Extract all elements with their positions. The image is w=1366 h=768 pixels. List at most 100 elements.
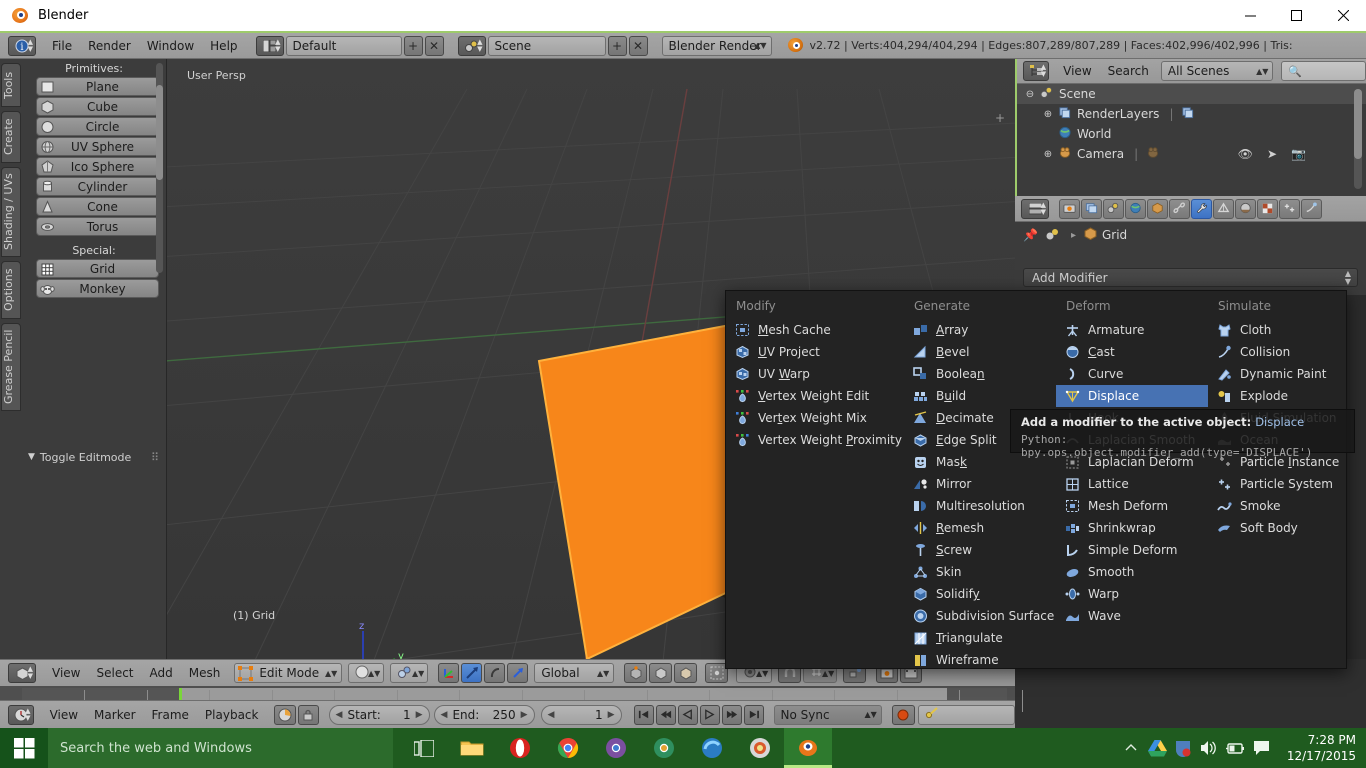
render-camera-icon[interactable]: 📷 [1291, 147, 1306, 161]
add-screen-layout-button[interactable]: + [404, 36, 423, 56]
toolshelf-scrollbar[interactable] [156, 63, 163, 273]
start-frame-field[interactable]: ◀ Start: 1 ▶ [329, 705, 430, 725]
avast-icon[interactable] [1170, 728, 1196, 768]
modifier-item-cast[interactable]: Cast [1056, 341, 1208, 363]
toolshelf-tab-grease-pencil[interactable]: Grease Pencil [1, 323, 21, 411]
chevron-up-icon[interactable] [1118, 728, 1144, 768]
modifier-item-simple-deform[interactable]: Simple Deform [1056, 539, 1208, 561]
outliner-editor-icon[interactable]: ▲▼ [1023, 61, 1049, 81]
timeline-menu-view[interactable]: View [50, 708, 78, 722]
modifier-item-armature[interactable]: Armature [1056, 319, 1208, 341]
modifier-item-particle-system[interactable]: Particle System [1208, 473, 1348, 495]
next-keyframe-icon[interactable] [722, 705, 742, 725]
opera-icon[interactable] [496, 728, 544, 768]
face-select-icon[interactable] [674, 663, 697, 683]
info-editor-icon[interactable]: i ▲▼ [8, 36, 36, 56]
view3d-editor-icon[interactable]: ▲▼ [8, 663, 36, 683]
properties-tab-render-layers[interactable] [1081, 199, 1102, 219]
viewport-toolbar-toggle[interactable]: + [995, 111, 1005, 125]
properties-tab-render[interactable] [1059, 199, 1080, 219]
properties-tab-texture[interactable] [1257, 199, 1278, 219]
properties-tab-scene[interactable] [1103, 199, 1124, 219]
modifier-item-array[interactable]: Array [904, 319, 1056, 341]
keying-set-field[interactable] [918, 705, 1015, 725]
timeline-editor-icon[interactable]: ▲▼ [8, 705, 34, 725]
properties-tab-modifiers[interactable] [1191, 199, 1212, 219]
properties-tab-particles[interactable] [1279, 199, 1300, 219]
toolshelf-tab-create[interactable]: Create [1, 111, 21, 163]
toolshelf-tab-tools[interactable]: Tools [1, 63, 21, 107]
google-drive-icon[interactable] [1144, 728, 1170, 768]
expand-icon[interactable]: ⊕ [1041, 109, 1055, 120]
modifier-item-subdivision-surface[interactable]: Subdivision Surface [904, 605, 1056, 627]
collapse-icon[interactable]: ⊖ [1023, 89, 1037, 100]
modifier-item-mesh-deform[interactable]: Mesh Deform [1056, 495, 1208, 517]
scene-combo[interactable]: Scene [488, 36, 606, 56]
properties-editor-icon[interactable]: ▲▼ [1021, 199, 1049, 219]
outliner-display-mode[interactable]: All Scenes ▲▼ [1161, 61, 1274, 81]
outliner-row-scene[interactable]: ⊖Scene [1017, 84, 1366, 104]
properties-tab-material[interactable] [1235, 199, 1256, 219]
file-explorer-icon[interactable] [448, 728, 496, 768]
modifier-item-soft-body[interactable]: Soft Body [1208, 517, 1348, 539]
battery-icon[interactable] [1222, 728, 1248, 768]
timeline-menu-frame[interactable]: Frame [152, 708, 189, 722]
current-frame-field[interactable]: ◀ 1 ▶ [541, 705, 622, 725]
primitive-button-ico-sphere[interactable]: Ico Sphere [36, 157, 159, 176]
jump-start-icon[interactable] [634, 705, 654, 725]
toggle-editmode-panel[interactable]: ▼ Toggle Editmode ⠿ [22, 445, 167, 469]
properties-tab-constraints[interactable] [1169, 199, 1190, 219]
menu-help[interactable]: Help [210, 39, 237, 53]
modifier-item-wireframe[interactable]: Wireframe [904, 649, 1056, 671]
delete-screen-layout-button[interactable]: ✕ [425, 36, 444, 56]
chrome-canary-icon[interactable] [592, 728, 640, 768]
add-modifier-button[interactable]: Add Modifier ▲▼ [1023, 268, 1358, 287]
taskbar-search-input[interactable]: Search the web and Windows [48, 728, 393, 768]
outliner-row-camera[interactable]: ⊕Camera| [1017, 144, 1366, 164]
modifier-item-shrinkwrap[interactable]: Shrinkwrap [1056, 517, 1208, 539]
primitive-button-cube[interactable]: Cube [36, 97, 159, 116]
lock-icon[interactable] [298, 705, 319, 725]
renderlayers-icon[interactable] [1181, 106, 1195, 122]
add-scene-button[interactable]: + [608, 36, 627, 56]
outliner-search-input[interactable]: 🔍 [1281, 61, 1366, 81]
primitive-button-circle[interactable]: Circle [36, 117, 159, 136]
action-center-icon[interactable] [1248, 728, 1274, 768]
modifier-item-warp[interactable]: Warp [1056, 583, 1208, 605]
transform-orientation-combo[interactable]: Global ▲▼ [534, 663, 614, 683]
sync-mode-combo[interactable]: No Sync ▲▼ [774, 705, 882, 725]
modifier-item-mirror[interactable]: Mirror [904, 473, 1056, 495]
modifier-item-uv-project[interactable]: UV Project [726, 341, 904, 363]
manipulator-toggle-icon[interactable] [438, 663, 459, 683]
record-icon[interactable] [892, 705, 915, 725]
modifier-item-displace[interactable]: Displace [1056, 385, 1208, 407]
render-engine-combo[interactable]: Blender Render ▲▼ [662, 36, 772, 56]
taskbar-clock[interactable]: 7:28 PM 12/17/2015 [1278, 732, 1356, 764]
eye-icon[interactable]: 👁 [1238, 147, 1253, 161]
modifier-item-remesh[interactable]: Remesh [904, 517, 1056, 539]
outliner-menu-search[interactable]: Search [1108, 64, 1149, 78]
primitive-button-torus[interactable]: Torus [36, 217, 159, 236]
view3d-menu-view[interactable]: View [52, 666, 80, 680]
primitive-button-uv-sphere[interactable]: UV Sphere [36, 137, 159, 156]
end-frame-field[interactable]: ◀ End: 250 ▶ [434, 705, 535, 725]
windows-start-icon[interactable] [0, 728, 48, 768]
blender-taskbar-icon[interactable] [784, 728, 832, 768]
modifier-item-smoke[interactable]: Smoke [1208, 495, 1348, 517]
screen-layout-combo[interactable]: Default [286, 36, 402, 56]
vertex-select-icon[interactable] [624, 663, 647, 683]
outliner-row-world[interactable]: World [1017, 124, 1366, 144]
toolshelf-tab-shading-uvs[interactable]: Shading / UVs [1, 167, 21, 257]
photos-icon[interactable] [736, 728, 784, 768]
modifier-item-bevel[interactable]: Bevel [904, 341, 1056, 363]
special-button-grid[interactable]: Grid [36, 259, 159, 278]
modifier-item-curve[interactable]: Curve [1056, 363, 1208, 385]
toolshelf-tab-options[interactable]: Options [1, 261, 21, 319]
modifier-item-solidify[interactable]: Solidify [904, 583, 1056, 605]
special-button-monkey[interactable]: Monkey [36, 279, 159, 298]
task-view-icon[interactable] [400, 728, 448, 768]
timeline-menu-marker[interactable]: Marker [94, 708, 135, 722]
viewport-shading-combo[interactable]: ▲▼ [348, 663, 384, 683]
minimize-button[interactable] [1227, 0, 1273, 31]
firefox-dev-icon[interactable] [688, 728, 736, 768]
